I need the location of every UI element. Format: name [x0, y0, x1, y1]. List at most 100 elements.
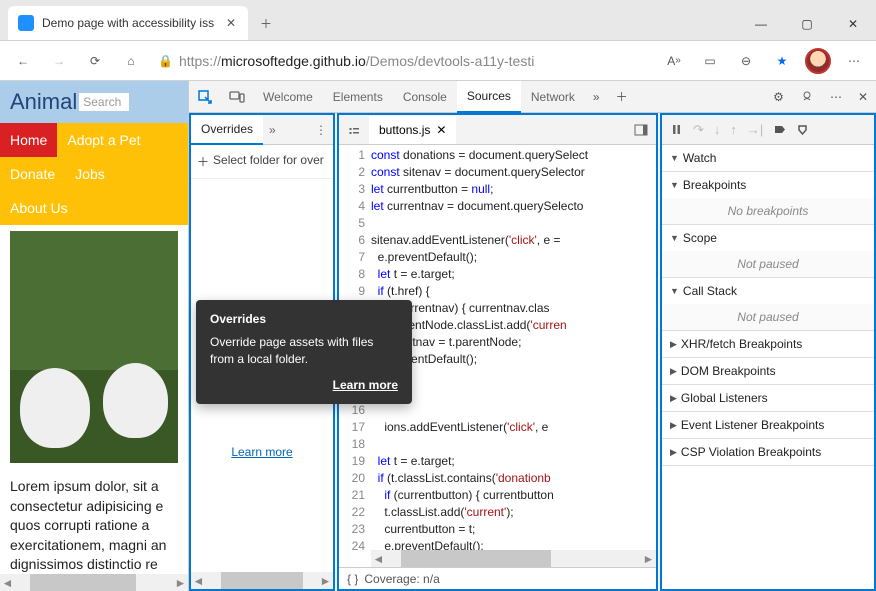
section-watch: ▼Watch [662, 145, 874, 172]
favorite-icon[interactable]: ★ [766, 45, 798, 77]
section-title: Watch [683, 151, 717, 165]
plus-icon: ＋ [197, 153, 209, 170]
navigator-scrollbar[interactable]: ◄► [191, 572, 333, 589]
deactivate-breakpoints-button[interactable] [773, 123, 786, 136]
disclosure-arrow-icon: ▼ [670, 286, 679, 296]
nav-home[interactable]: Home [0, 123, 57, 157]
forward-button[interactable]: → [42, 45, 76, 77]
refresh-button[interactable]: ⟳ [78, 45, 112, 77]
close-window-button[interactable]: ✕ [830, 8, 876, 40]
tab-network[interactable]: Network [521, 82, 585, 112]
nav-donate[interactable]: Donate [0, 157, 65, 191]
step-over-button[interactable]: ↷ [693, 122, 704, 138]
section-header[interactable]: ▶ CSP Violation Breakpoints [662, 439, 874, 465]
profile-avatar[interactable] [802, 45, 834, 77]
section-header[interactable]: ▶Event Listener Breakpoints [662, 412, 874, 438]
section-body: Not paused [662, 251, 874, 277]
section-title: Breakpoints [683, 178, 746, 192]
disclosure-arrow-icon: ▶ [670, 447, 677, 458]
step-out-button[interactable]: ↑ [730, 122, 737, 137]
tooltip-title: Overrides [210, 312, 398, 326]
inspect-icon[interactable] [189, 89, 221, 105]
immersive-reader-icon[interactable]: ▭ [694, 45, 726, 77]
customize-icon[interactable]: ⋯ [822, 90, 850, 104]
step-button[interactable]: →| [747, 122, 763, 137]
section-header[interactable]: ▼ Call Stack [662, 278, 874, 304]
step-into-button[interactable]: ↓ [714, 122, 721, 137]
close-file-icon[interactable]: ✕ [436, 123, 446, 137]
file-tab-buttons[interactable]: buttons.js ✕ [369, 116, 456, 144]
reading-mode-icon[interactable]: A» [658, 45, 690, 77]
section-title: CSP Violation Breakpoints [681, 445, 821, 459]
maximize-button[interactable]: ▢ [784, 8, 830, 40]
section-event-listener-breakpoints: ▶Event Listener Breakpoints [662, 412, 874, 439]
lock-icon: 🔒 [158, 54, 173, 68]
section-global-listeners: ▶Global Listeners [662, 385, 874, 412]
body-text: Lorem ipsum dolor, sit a consectetur adi… [0, 469, 188, 583]
nav-jobs[interactable]: Jobs [65, 157, 115, 191]
pause-exceptions-button[interactable] [796, 123, 809, 136]
nav-about[interactable]: About Us [0, 191, 78, 225]
more-navigator-tabs-icon[interactable]: » [263, 123, 282, 137]
tab-welcome[interactable]: Welcome [253, 82, 323, 112]
editor-scrollbar[interactable]: ◄► [371, 550, 656, 567]
section-header[interactable]: ▼Watch [662, 145, 874, 171]
debugger-panel: ↷ ↓ ↑ →| ▼Watch ▼BreakpointsNo breakpoin… [660, 113, 876, 591]
select-folder-label: Select folder for over [213, 153, 324, 170]
section-title: Call Stack [683, 284, 737, 298]
page-horizontal-scrollbar[interactable]: ◄► [0, 574, 188, 591]
feedback-icon[interactable] [792, 90, 822, 104]
close-tab-icon[interactable]: ✕ [224, 14, 238, 32]
section-header[interactable]: ▼Breakpoints [662, 172, 874, 198]
file-tab-label: buttons.js [379, 123, 430, 137]
disclosure-arrow-icon: ▶ [670, 420, 677, 431]
zoom-icon[interactable]: ⊖ [730, 45, 762, 77]
search-input[interactable]: Search [79, 93, 129, 111]
section-csp-violation-breakpoints: ▶ CSP Violation Breakpoints [662, 439, 874, 466]
section-call-stack: ▼ Call Stack Not paused [662, 278, 874, 331]
new-tab-button[interactable]: ＋ [248, 7, 284, 40]
home-button[interactable]: ⌂ [114, 45, 148, 77]
select-folder-button[interactable]: ＋ Select folder for over [191, 145, 333, 179]
tab-sources[interactable]: Sources [457, 81, 521, 113]
close-devtools-icon[interactable]: ✕ [850, 90, 876, 104]
section-title: XHR/fetch Breakpoints [681, 337, 802, 351]
coverage-braces[interactable]: { } [347, 572, 358, 585]
disclosure-arrow-icon: ▶ [670, 366, 677, 377]
pause-button[interactable] [670, 123, 683, 136]
editor-tabs: buttons.js ✕ [339, 115, 656, 145]
learn-more-link[interactable]: Learn more [191, 435, 333, 469]
tooltip-learn-more-link[interactable]: Learn more [210, 378, 398, 392]
back-button[interactable]: ← [6, 45, 40, 77]
browser-tab[interactable]: Demo page with accessibility iss ✕ [8, 6, 248, 40]
url-field[interactable]: 🔒 https://microsoftedge.github.io/Demos/… [150, 46, 656, 76]
device-toggle-icon[interactable] [221, 89, 253, 105]
tab-console[interactable]: Console [393, 82, 457, 112]
nav-adopt[interactable]: Adopt a Pet [57, 123, 150, 157]
more-tabs-icon[interactable]: » [585, 90, 608, 104]
tooltip-body: Override page assets with files from a l… [210, 334, 398, 368]
navigator-menu-icon[interactable]: ⋮ [309, 123, 333, 137]
more-menu-icon[interactable]: ⋯ [838, 45, 870, 77]
new-tab-icon[interactable]: ＋ [608, 88, 636, 105]
page-nav: Home Adopt a Pet Donate Jobs About Us [0, 123, 188, 225]
section-header[interactable]: ▼Scope [662, 225, 874, 251]
file-menu-icon[interactable] [339, 123, 369, 137]
tab-title: Demo page with accessibility iss [42, 16, 216, 30]
section-header[interactable]: ▶Global Listeners [662, 385, 874, 411]
window-titlebar: Demo page with accessibility iss ✕ ＋ ― ▢… [0, 0, 876, 41]
debugger-toolbar: ↷ ↓ ↑ →| [662, 115, 874, 145]
tab-overrides[interactable]: Overrides [191, 115, 263, 145]
url-text: https://microsoftedge.github.io/Demos/de… [179, 53, 534, 69]
disclosure-arrow-icon: ▼ [670, 233, 679, 243]
tab-elements[interactable]: Elements [323, 82, 393, 112]
section-body: Not paused [662, 304, 874, 330]
coverage-bar: { } Coverage: n/a [339, 567, 656, 589]
toggle-sidebar-icon[interactable] [626, 123, 656, 137]
section-header[interactable]: ▶XHR/fetch Breakpoints [662, 331, 874, 357]
section-header[interactable]: ▶DOM Breakpoints [662, 358, 874, 384]
coverage-label: Coverage: n/a [364, 572, 439, 585]
minimize-button[interactable]: ― [738, 8, 784, 40]
code-content[interactable]: const donations = document.querySelectco… [371, 145, 656, 550]
settings-icon[interactable]: ⚙ [765, 90, 792, 104]
